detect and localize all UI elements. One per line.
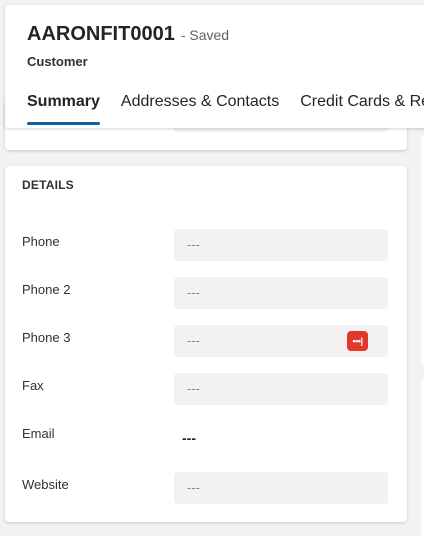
- phone3-value: ---: [187, 333, 200, 348]
- password-manager-icon[interactable]: •••|: [347, 331, 368, 351]
- section-title: DETAILS: [22, 178, 74, 192]
- phone2-field[interactable]: ---: [174, 277, 388, 309]
- phone-field[interactable]: ---: [174, 229, 388, 261]
- tab-summary[interactable]: Summary: [27, 93, 100, 125]
- email-label: Email: [22, 426, 55, 441]
- phone2-label: Phone 2: [22, 282, 71, 297]
- email-value[interactable]: ---: [182, 430, 196, 446]
- entity-type-label: Customer: [27, 54, 88, 69]
- fax-field[interactable]: ---: [174, 373, 388, 405]
- tab-list: Summary Addresses & Contacts Credit Card…: [27, 93, 424, 125]
- details-section: DETAILS Phone --- Phone 2 --- Phone 3 --…: [5, 166, 407, 522]
- title-row: AARONFIT0001 - Saved: [27, 23, 229, 46]
- fax-label: Fax: [22, 378, 44, 393]
- phone-label: Phone: [22, 234, 60, 249]
- record-title: AARONFIT0001: [27, 23, 175, 45]
- tab-credit-cards[interactable]: Credit Cards & Rel: [300, 93, 424, 125]
- website-label: Website: [22, 477, 69, 492]
- tab-addresses-contacts[interactable]: Addresses & Contacts: [121, 93, 279, 125]
- phone3-label: Phone 3: [22, 330, 71, 345]
- record-header: AARONFIT0001 - Saved Customer Summary Ad…: [5, 5, 424, 128]
- phone3-field[interactable]: --- •••|: [174, 325, 388, 357]
- save-status: - Saved: [180, 27, 230, 43]
- website-field[interactable]: ---: [174, 472, 388, 504]
